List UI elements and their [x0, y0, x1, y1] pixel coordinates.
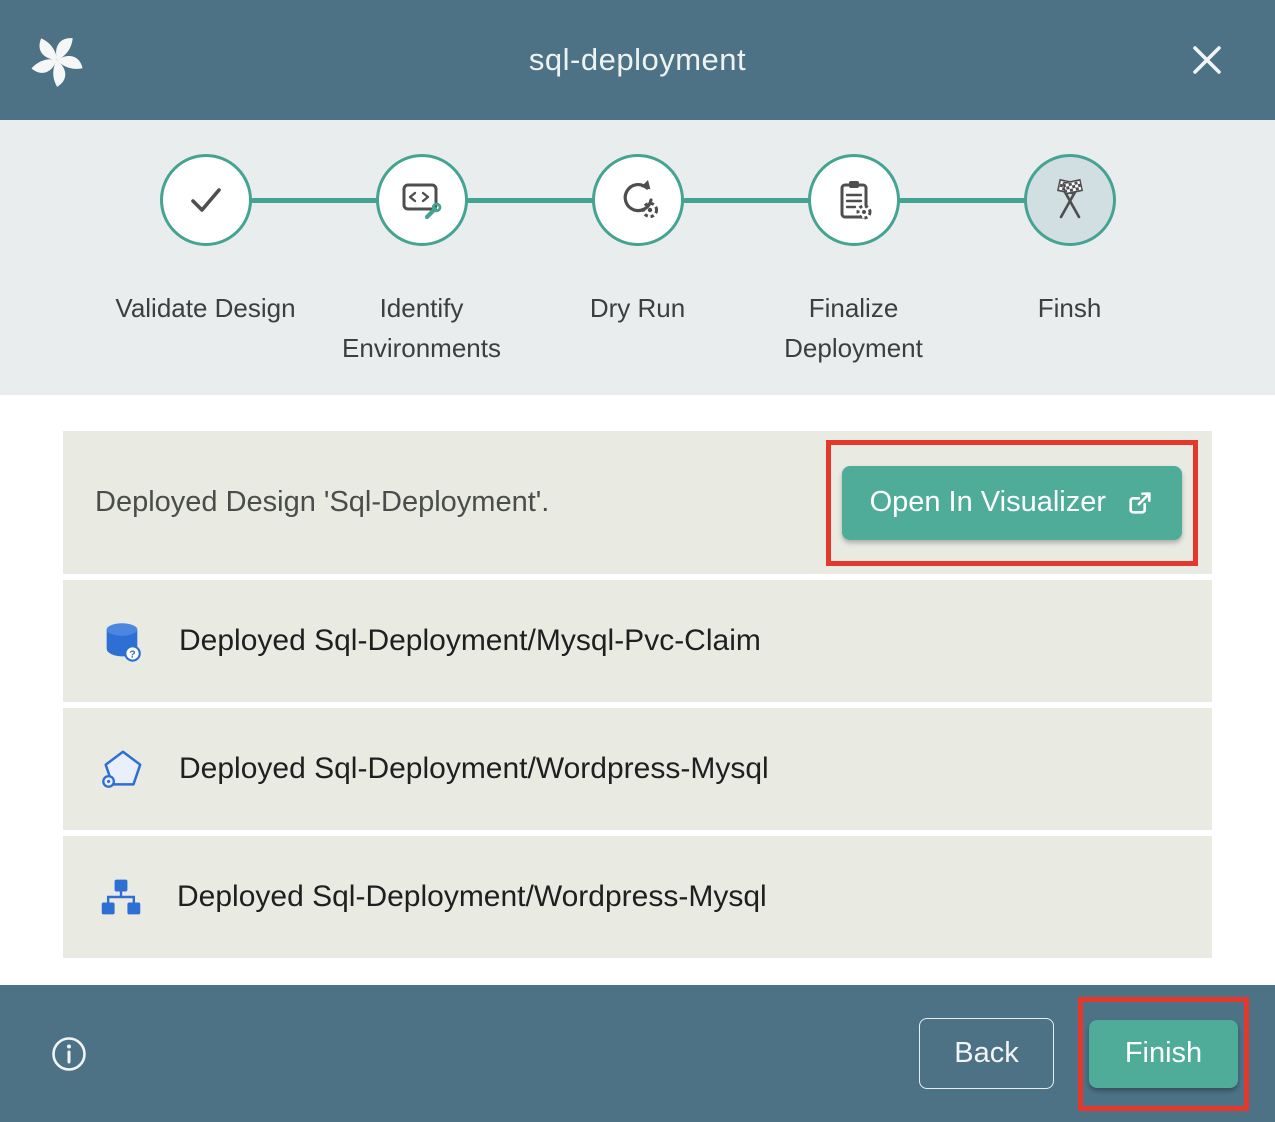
- step-dry-run[interactable]: Dry Run: [530, 154, 746, 368]
- result-text: Deployed Sql-Deployment/Wordpress-Mysql: [177, 880, 767, 914]
- footer-actions: Back Finish: [919, 997, 1249, 1111]
- modal-footer: Back Finish: [0, 985, 1275, 1122]
- deployment-results: Deployed Design 'Sql-Deployment'. Open I…: [0, 395, 1275, 985]
- result-text: Deployed Sql-Deployment/Wordpress-Mysql: [179, 752, 769, 786]
- step-identify-environments[interactable]: Identify Environments: [314, 154, 530, 368]
- info-icon[interactable]: [50, 1035, 88, 1073]
- step-finalize-deployment[interactable]: Finalize Deployment: [746, 154, 962, 368]
- highlight-box-visualizer: Open In Visualizer: [826, 440, 1198, 566]
- step-label: Identify Environments: [322, 288, 522, 368]
- finish-flags-icon: [1024, 154, 1116, 246]
- clipboard-gear-icon: [808, 154, 900, 246]
- hierarchy-icon: [99, 875, 143, 919]
- database-icon: ?: [99, 618, 145, 664]
- deployment-wizard-modal: sql-deployment Validate Design: [0, 0, 1275, 1122]
- external-link-icon: [1126, 489, 1154, 517]
- step-label: Finsh: [1038, 288, 1102, 328]
- result-row-wordpress-mysql-1: Deployed Sql-Deployment/Wordpress-Mysql: [63, 708, 1212, 830]
- stepper: Validate Design Identify Environments: [0, 120, 1275, 395]
- step-label: Dry Run: [590, 288, 685, 328]
- step-label: Finalize Deployment: [754, 288, 954, 368]
- refresh-gear-icon: [592, 154, 684, 246]
- deployed-design-text: Deployed Design 'Sql-Deployment'.: [95, 486, 549, 519]
- result-row-mysql-pvc-claim: ? Deployed Sql-Deployment/Mysql-Pvc-Clai…: [63, 580, 1212, 702]
- highlight-box-finish: Finish: [1078, 997, 1249, 1111]
- result-text: Deployed Sql-Deployment/Mysql-Pvc-Claim: [179, 624, 761, 658]
- code-wrench-icon: [376, 154, 468, 246]
- finish-button[interactable]: Finish: [1089, 1020, 1238, 1088]
- close-icon[interactable]: [1183, 36, 1231, 84]
- step-label: Validate Design: [115, 288, 295, 328]
- open-in-visualizer-button[interactable]: Open In Visualizer: [842, 466, 1182, 540]
- open-in-visualizer-label: Open In Visualizer: [870, 486, 1106, 519]
- step-validate-design[interactable]: Validate Design: [98, 154, 314, 368]
- pentagon-icon: [99, 746, 145, 792]
- result-row-wordpress-mysql-2: Deployed Sql-Deployment/Wordpress-Mysql: [63, 836, 1212, 958]
- modal-title: sql-deployment: [0, 42, 1275, 78]
- modal-header: sql-deployment: [0, 0, 1275, 120]
- deployed-design-row: Deployed Design 'Sql-Deployment'. Open I…: [63, 431, 1212, 574]
- svg-text:?: ?: [129, 648, 135, 660]
- checkmark-icon: [160, 154, 252, 246]
- back-button[interactable]: Back: [919, 1018, 1054, 1089]
- step-finish[interactable]: Finsh: [962, 154, 1178, 368]
